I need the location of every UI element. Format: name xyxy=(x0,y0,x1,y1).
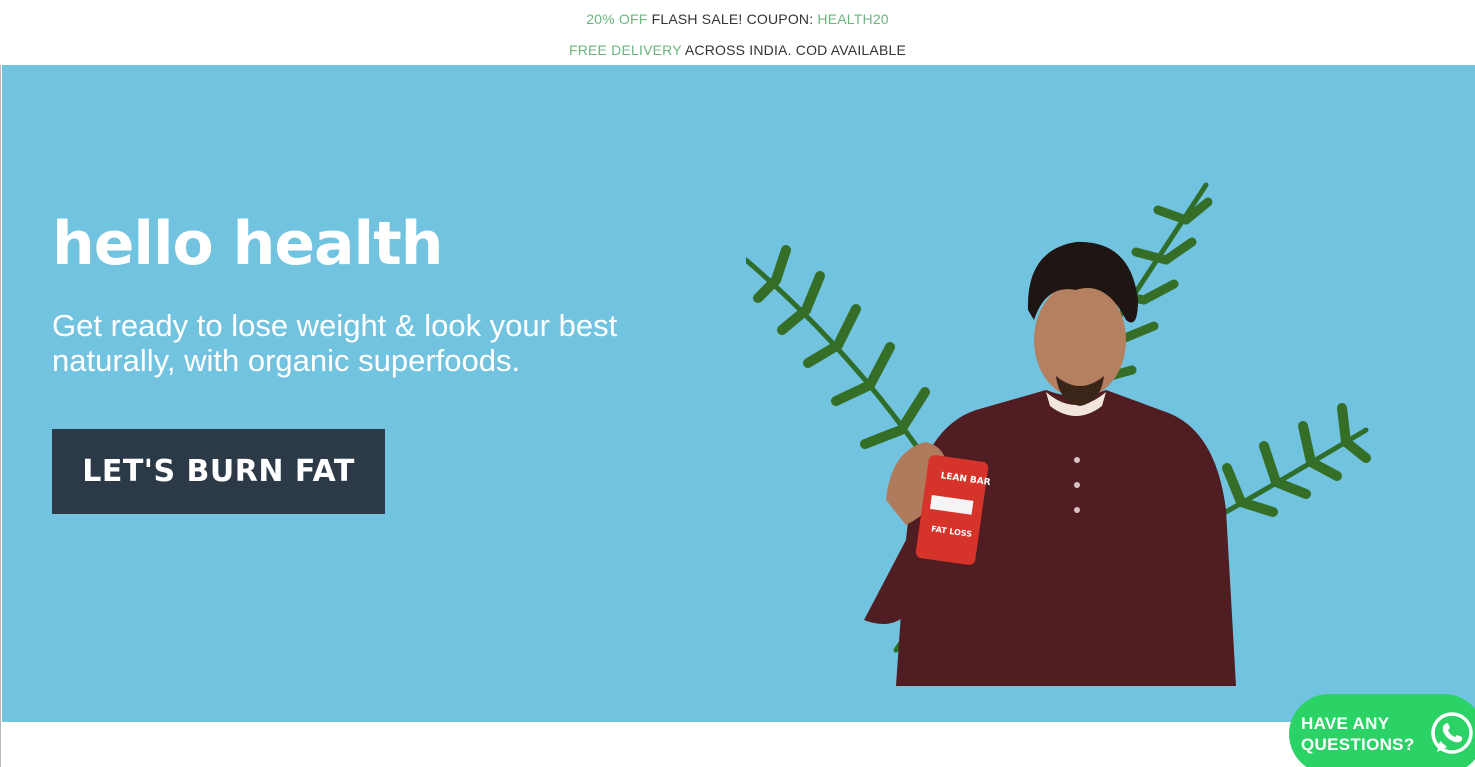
whatsapp-label-line2: QUESTIONS? xyxy=(1301,735,1415,754)
delivery-highlight: FREE DELIVERY xyxy=(568,42,682,58)
whatsapp-chat-button[interactable]: HAVE ANY QUESTIONS? xyxy=(1289,694,1475,767)
coupon-code: HEALTH20 xyxy=(817,11,889,27)
announcement-line-sale: 20% OFF FLASH SALE! COUPON: HEALTH20 xyxy=(0,11,1475,27)
hero-image: LEAN BAR FAT LOSS xyxy=(746,182,1371,686)
sale-text: FLASH SALE! COUPON: xyxy=(647,11,818,27)
sale-highlight: 20% OFF xyxy=(586,11,648,27)
announcement-bar: 20% OFF FLASH SALE! COUPON: HEALTH20 FRE… xyxy=(0,0,1475,65)
whatsapp-icon xyxy=(1431,712,1473,754)
announcement-line-delivery: FREE DELIVERY ACROSS INDIA. COD AVAILABL… xyxy=(0,42,1475,58)
hero-title: hello health xyxy=(52,209,444,279)
hero-banner: hello health Get ready to lose weight & … xyxy=(2,65,1475,722)
delivery-text: ACROSS INDIA. COD AVAILABLE xyxy=(681,42,907,58)
burn-fat-button[interactable]: LET'S BURN FAT xyxy=(52,429,385,514)
whatsapp-label: HAVE ANY QUESTIONS? xyxy=(1301,713,1415,755)
page: 20% OFF FLASH SALE! COUPON: HEALTH20 FRE… xyxy=(0,0,1475,767)
whatsapp-label-line1: HAVE ANY xyxy=(1301,714,1390,733)
hero-subtitle: Get ready to lose weight & look your bes… xyxy=(52,308,618,378)
window-edge xyxy=(0,0,1,767)
